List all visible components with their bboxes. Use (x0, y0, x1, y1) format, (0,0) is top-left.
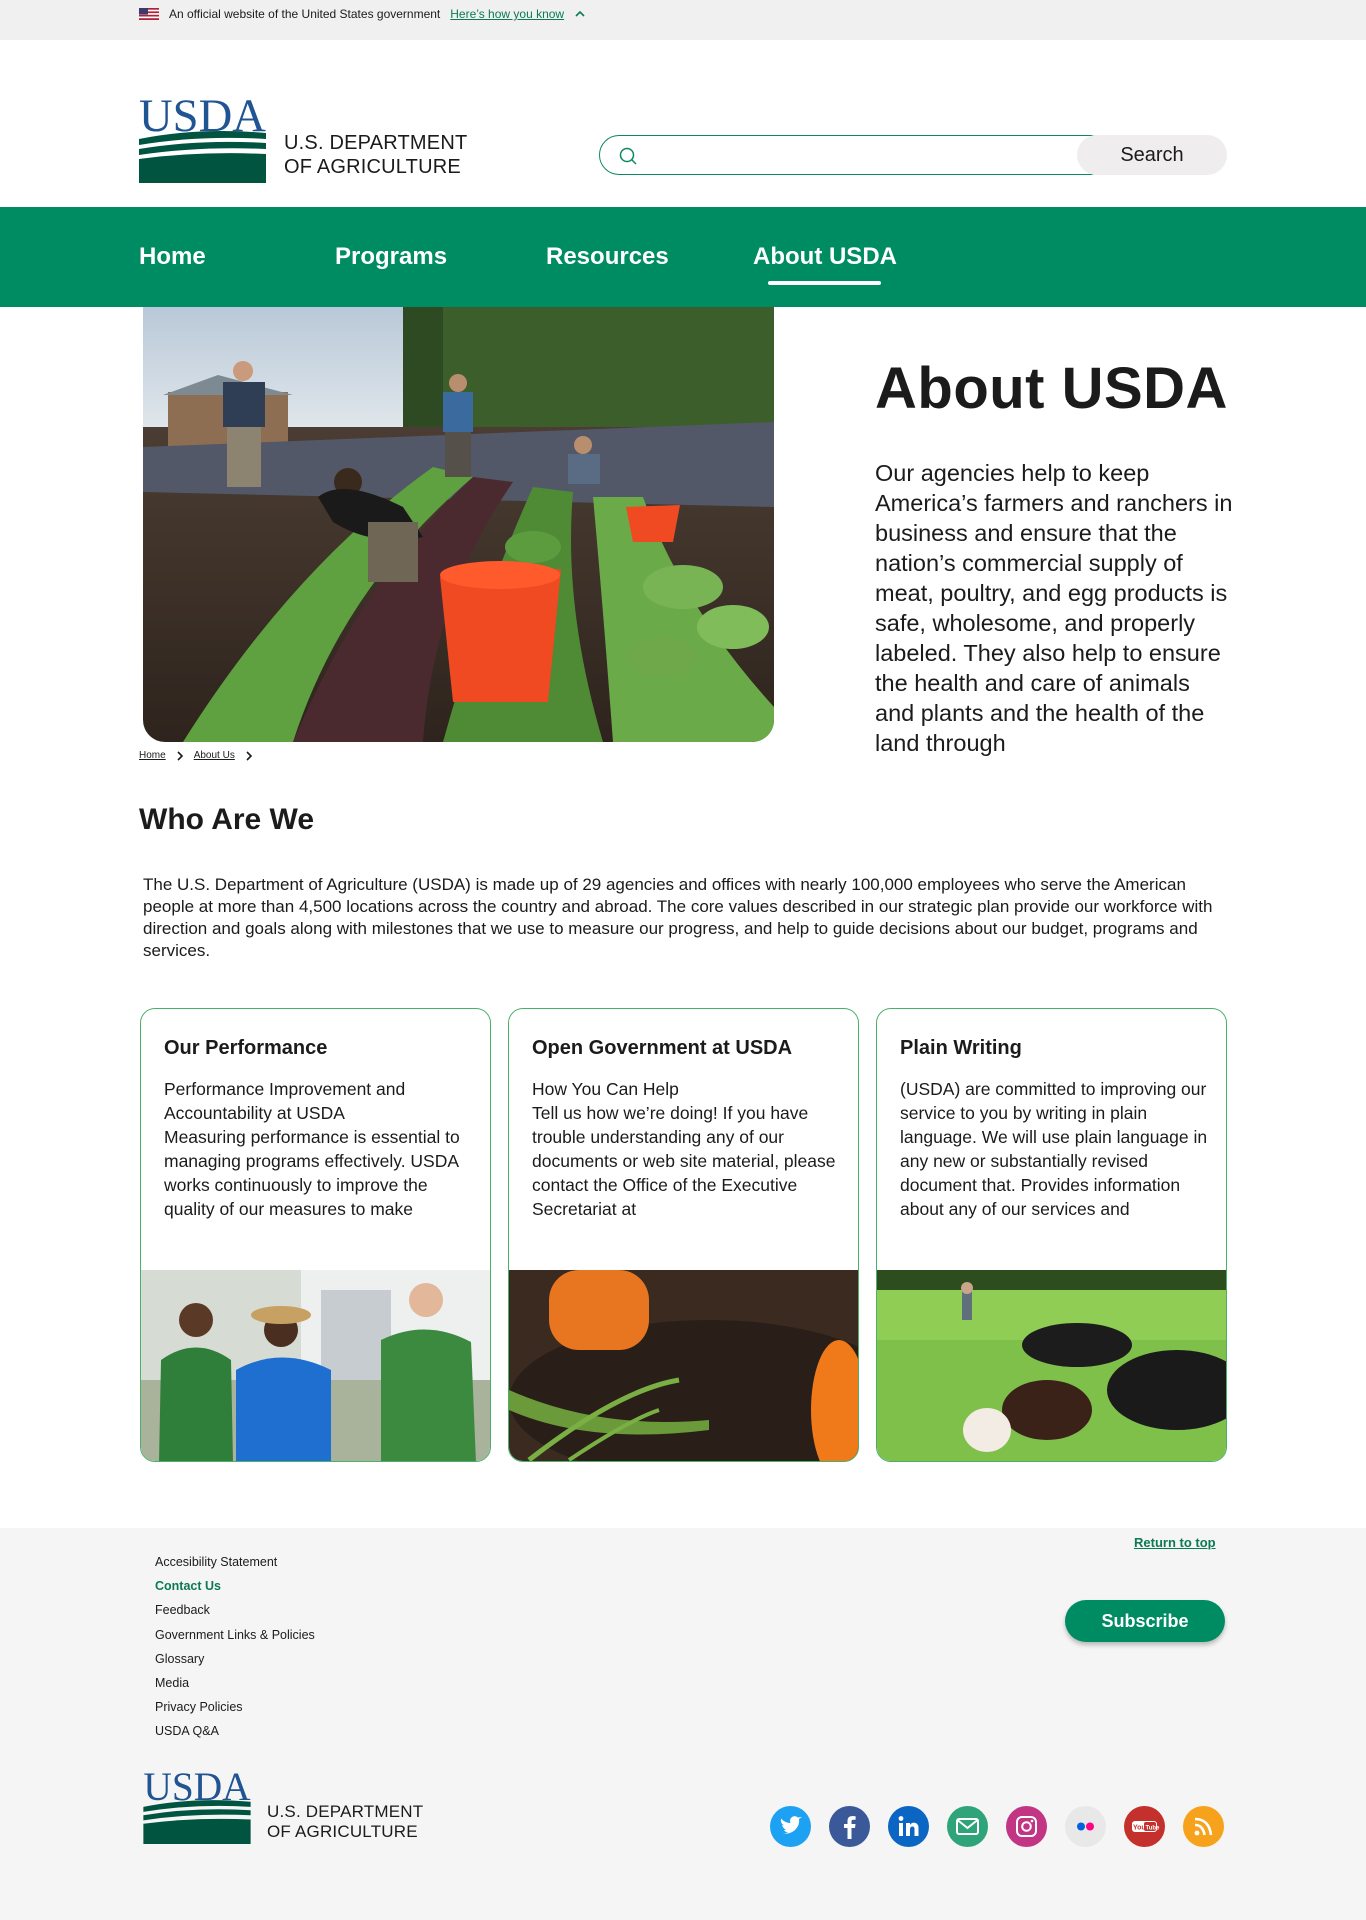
logo-text: U.S. DEPARTMENT OF AGRICULTURE (284, 131, 467, 183)
linkedin-icon[interactable] (888, 1806, 929, 1847)
footer-link-accessibility[interactable]: Accesibility Statement (155, 1550, 315, 1574)
facebook-icon[interactable] (829, 1806, 870, 1847)
instagram-icon[interactable] (1006, 1806, 1047, 1847)
search-input[interactable] (648, 142, 1088, 168)
card-text: How You Can Help Tell us how we’re doing… (532, 1079, 836, 1219)
usda-logo-mark: USDA (143, 1768, 251, 1844)
card-image-cattle (877, 1270, 1226, 1461)
who-are-we-text: The U.S. Department of Agriculture (USDA… (143, 875, 1213, 960)
us-flag-icon (139, 8, 159, 20)
logo-text: U.S. DEPARTMENT OF AGRICULTURE (267, 1802, 423, 1844)
gov-banner: An official website of the United States… (0, 0, 1366, 40)
hero-description: Our agencies help to keep America’s farm… (875, 460, 1233, 756)
card-text: Performance Improvement and Accountabili… (164, 1079, 460, 1219)
section-title-who-are-we: Who Are We (139, 803, 315, 836)
rss-icon[interactable] (1183, 1806, 1224, 1847)
nav-item-programs[interactable]: Programs (335, 243, 447, 271)
chevron-up-icon[interactable] (574, 8, 586, 20)
card-plain-writing[interactable]: Plain Writing (USDA) are committed to im… (876, 1008, 1227, 1462)
card-text: (USDA) are committed to improving our se… (900, 1079, 1208, 1219)
svg-text:You: You (1133, 1825, 1146, 1832)
youtube-icon[interactable]: You Tube (1124, 1806, 1165, 1847)
hero-image (143, 307, 774, 742)
search-button[interactable]: Search (1077, 135, 1227, 175)
footer-link-government-links[interactable]: Government Links & Policies (155, 1623, 315, 1647)
card-image-people (141, 1270, 490, 1461)
nav-item-resources[interactable]: Resources (546, 243, 669, 271)
logo-text-line1: U.S. DEPARTMENT (284, 132, 468, 154)
nav-active-indicator (768, 281, 881, 285)
card-title: Open Government at USDA (532, 1037, 793, 1059)
logo-text-line2: OF AGRICULTURE (267, 1822, 418, 1841)
site-footer: Accesibility Statement Contact Us Feedba… (0, 1528, 1366, 1920)
card-image-carrots (509, 1270, 858, 1461)
usda-logo[interactable]: USDA U.S. DEPARTMENT OF AGRICULTURE (139, 93, 467, 183)
nav-item-about-usda[interactable]: About USDA (753, 243, 897, 271)
banner-link[interactable]: Here’s how you know (450, 7, 564, 21)
card-title: Plain Writing (900, 1037, 1022, 1059)
footer-link-glossary[interactable]: Glossary (155, 1647, 315, 1671)
search-icon (619, 147, 637, 165)
banner-text: An official website of the United States… (169, 7, 441, 21)
return-to-top-link[interactable]: Return to top (1134, 1535, 1216, 1550)
logo-text-line1: U.S. DEPARTMENT (267, 1802, 424, 1821)
card-title: Our Performance (164, 1037, 328, 1059)
chevron-right-icon (177, 750, 183, 761)
flickr-icon[interactable] (1065, 1806, 1106, 1847)
logo-text-line2: OF AGRICULTURE (284, 156, 461, 178)
site-header: USDA U.S. DEPARTMENT OF AGRICULTURE Sear… (0, 40, 1366, 207)
breadcrumb-home[interactable]: Home (139, 750, 166, 761)
email-icon[interactable] (947, 1806, 988, 1847)
footer-links: Accesibility Statement Contact Us Feedba… (155, 1550, 315, 1744)
page-title: About USDA (875, 356, 1228, 421)
footer-link-usda-qa[interactable]: USDA Q&A (155, 1719, 315, 1743)
footer-usda-logo[interactable]: USDA U.S. DEPARTMENT OF AGRICULTURE (143, 1768, 423, 1844)
subscribe-button[interactable]: Subscribe (1065, 1600, 1225, 1642)
breadcrumb-about-us[interactable]: About Us (194, 750, 235, 761)
footer-link-contact-us[interactable]: Contact Us (155, 1574, 315, 1598)
svg-text:Tube: Tube (1146, 1826, 1161, 1832)
twitter-icon[interactable] (770, 1806, 811, 1847)
social-links: You Tube (770, 1806, 1224, 1847)
nav-item-home[interactable]: Home (139, 243, 206, 271)
usda-logo-mark: USDA (139, 93, 266, 183)
card-open-government[interactable]: Open Government at USDA How You Can Help… (508, 1008, 859, 1462)
footer-link-media[interactable]: Media (155, 1671, 315, 1695)
footer-link-privacy[interactable]: Privacy Policies (155, 1695, 315, 1719)
breadcrumb: Home About Us (139, 750, 253, 761)
farm-field-illustration (143, 307, 774, 742)
search-field[interactable] (599, 135, 1111, 175)
main-nav: Home Programs Resources About USDA (0, 207, 1366, 307)
search-form: Search (599, 135, 1227, 175)
chevron-right-icon (246, 750, 252, 761)
card-our-performance[interactable]: Our Performance Performance Improvement … (140, 1008, 491, 1462)
footer-link-feedback[interactable]: Feedback (155, 1598, 315, 1622)
